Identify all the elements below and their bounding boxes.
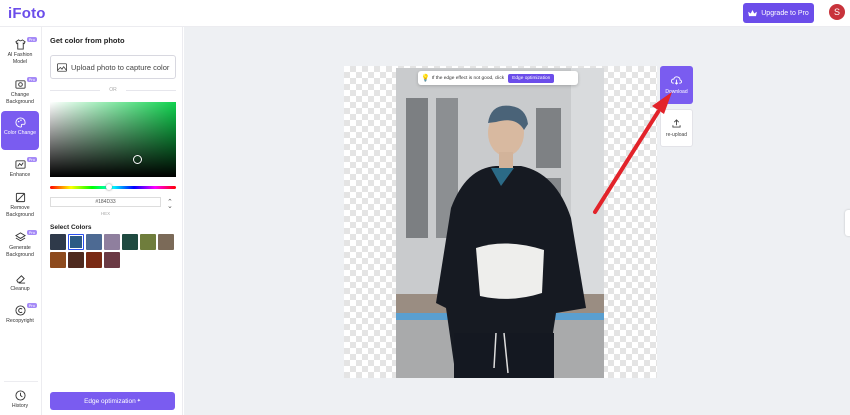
image-icon: [57, 62, 67, 72]
color-swatch[interactable]: [50, 234, 66, 250]
hex-input[interactable]: #184D33: [50, 197, 161, 207]
clock-icon: [14, 390, 26, 401]
tip-edge-optimization-button[interactable]: Edge optimization: [508, 73, 555, 83]
sidebar-divider: [4, 381, 38, 382]
sidebar-item-generate-background[interactable]: Pro Generate Background: [1, 229, 39, 263]
person-photo: [396, 68, 604, 378]
or-divider: OR: [50, 87, 176, 93]
swatch-grid: [50, 234, 178, 268]
color-swatch[interactable]: [86, 234, 102, 250]
crown-icon: [748, 9, 758, 16]
select-colors-title: Select Colors: [50, 224, 92, 231]
sidebar-item-cleanup[interactable]: Cleanup: [1, 270, 39, 296]
sidebar-item-label: History: [11, 403, 29, 409]
shirt-icon: [14, 39, 26, 50]
sidebar-item-recopyright[interactable]: Pro Recopyright: [1, 302, 39, 328]
copyright-icon: [14, 305, 26, 316]
edge-optimization-label: Edge optimization: [84, 397, 136, 405]
sidebar: Pro AI Fashion Model Pro Change Backgrou…: [0, 27, 42, 415]
sidebar-item-change-background[interactable]: Pro Change Background: [1, 76, 39, 112]
color-swatch[interactable]: [50, 252, 66, 268]
annotation-arrow: [593, 92, 672, 214]
upgrade-to-pro-button[interactable]: Upgrade to Pro: [743, 3, 814, 23]
pro-badge: Pro: [26, 230, 37, 235]
sidebar-item-remove-background[interactable]: Remove Background: [1, 189, 39, 223]
top-bar: iFoto Upgrade to Pro S: [0, 0, 850, 27]
remove-background-icon: [15, 192, 25, 203]
color-picker-area[interactable]: [50, 102, 176, 177]
edge-optimization-button[interactable]: Edge optimization ✦: [50, 392, 175, 410]
lightbulb-icon: 💡: [421, 75, 430, 82]
upload-photo-button[interactable]: Upload photo to capture color: [50, 55, 176, 79]
sidebar-item-label: Generate Background: [6, 245, 34, 258]
app-logo[interactable]: iFoto: [8, 5, 46, 22]
color-swatch[interactable]: [104, 252, 120, 268]
color-swatch[interactable]: [104, 234, 120, 250]
color-swatch[interactable]: [158, 234, 174, 250]
color-picker-handle[interactable]: [133, 155, 142, 164]
upload-label: Upload photo to capture color: [71, 62, 170, 72]
color-swatch[interactable]: [86, 252, 102, 268]
side-panel-handle[interactable]: [845, 210, 850, 236]
photo-preview: [396, 68, 604, 378]
sidebar-item-label: Enhance: [9, 172, 31, 178]
canvas-area: 💡 If the edge effect is not good, click …: [184, 27, 850, 415]
sidebar-item-label: Change Background: [6, 92, 34, 105]
sidebar-item-label: Cleanup: [10, 286, 30, 292]
enhance-icon: [14, 160, 26, 169]
layers-icon: [14, 232, 26, 242]
hue-slider[interactable]: [50, 184, 176, 190]
pro-badge: Pro: [26, 303, 37, 308]
pro-badge: Pro: [26, 157, 37, 162]
color-swatch[interactable]: [140, 234, 156, 250]
tip-text: If the edge effect is not good, click: [431, 75, 505, 81]
sparkle-icon: ✦: [136, 398, 141, 404]
hex-label: HEX: [100, 211, 111, 216]
upgrade-label: Upgrade to Pro: [761, 9, 809, 17]
sidebar-item-ai-fashion-model[interactable]: Pro AI Fashion Model: [1, 36, 39, 72]
sidebar-item-label: AI Fashion Model: [7, 52, 33, 65]
hue-slider-handle[interactable]: [106, 184, 112, 190]
panel-title: Get color from photo: [50, 36, 125, 45]
palette-icon: [15, 117, 26, 128]
sidebar-item-color-change[interactable]: Color Change: [1, 111, 39, 150]
sidebar-item-label: Recopyright: [6, 318, 34, 324]
user-avatar[interactable]: S: [829, 4, 845, 20]
edge-tip-banner: 💡 If the edge effect is not good, click …: [418, 71, 578, 85]
color-panel: Get color from photo Upload photo to cap…: [43, 27, 183, 415]
cloud-download-icon: [671, 75, 682, 85]
color-swatch[interactable]: [122, 234, 138, 250]
image-background-icon: [14, 80, 26, 89]
format-toggle-icon[interactable]: ⌃ ⌄: [167, 199, 173, 210]
sidebar-item-label: Remove Background: [6, 205, 34, 218]
pro-badge: Pro: [26, 77, 37, 82]
pro-badge: Pro: [26, 37, 37, 42]
sidebar-item-enhance[interactable]: Pro Enhance: [1, 156, 39, 184]
sidebar-item-label: Color Change: [3, 130, 36, 136]
eraser-icon: [15, 275, 25, 284]
color-swatch[interactable]: [68, 234, 84, 250]
color-swatch[interactable]: [68, 252, 84, 268]
sidebar-item-history[interactable]: History: [1, 390, 39, 412]
